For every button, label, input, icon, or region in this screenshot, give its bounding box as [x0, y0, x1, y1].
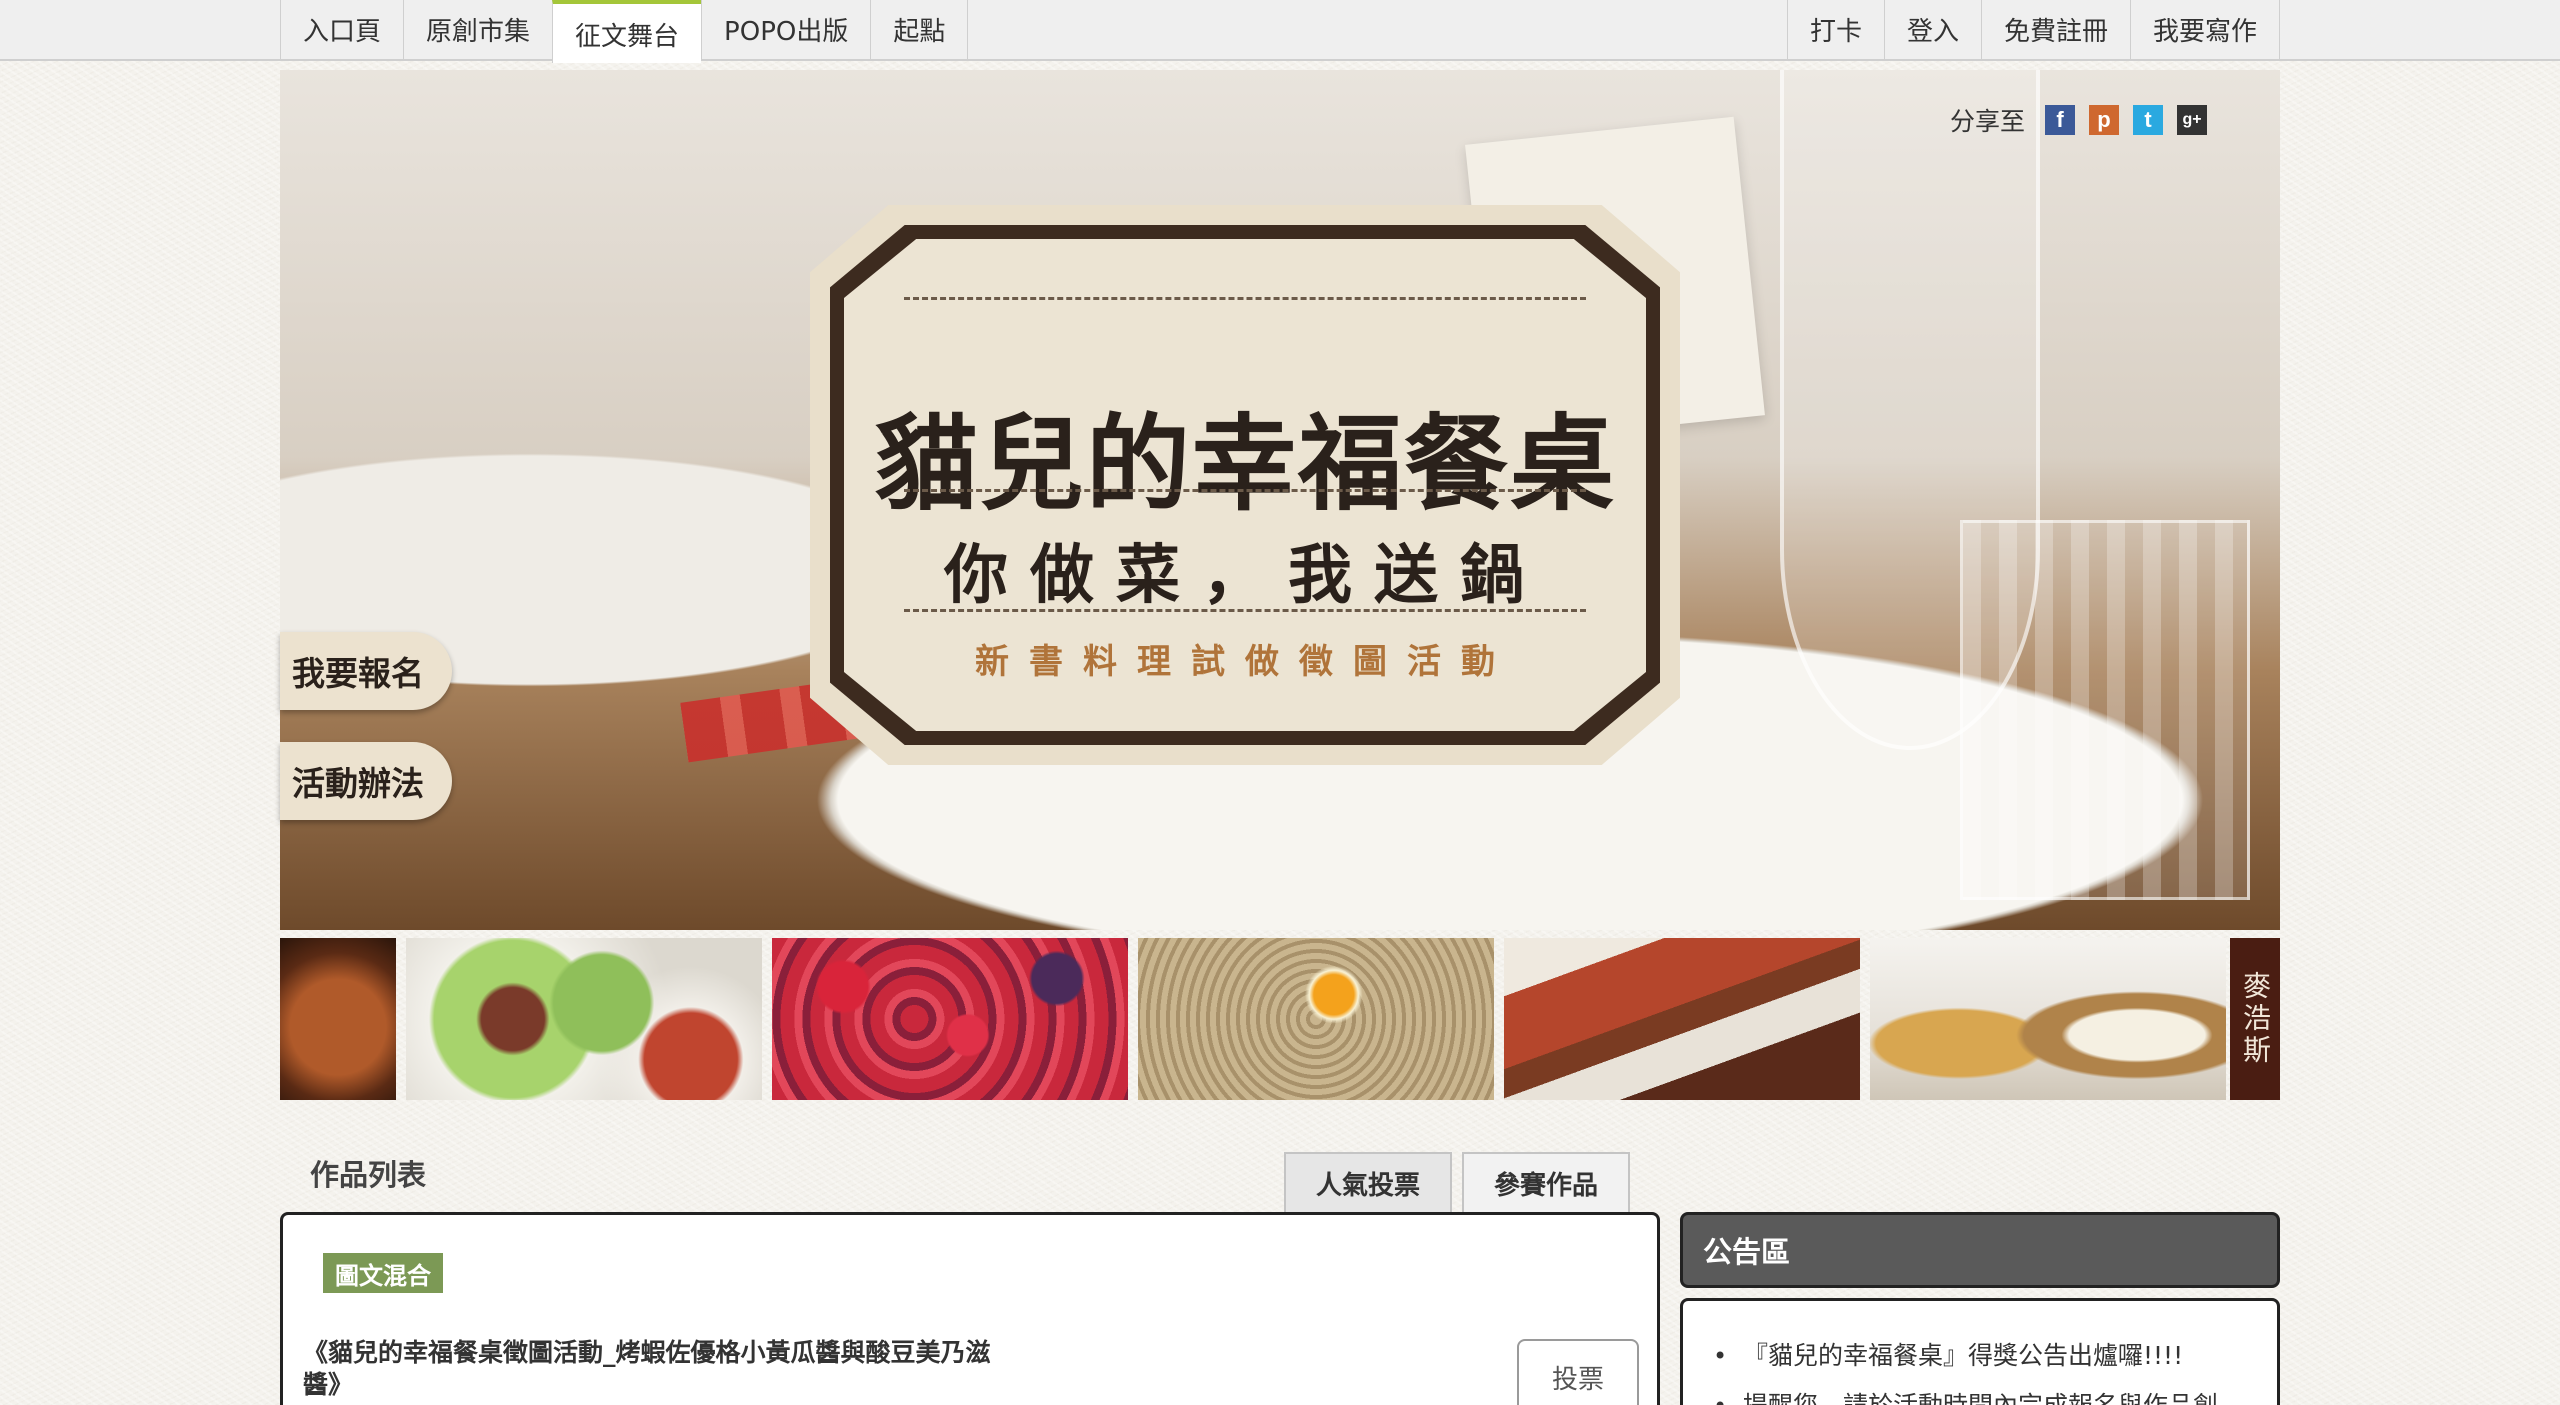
works-section-title: 作品列表 [310, 1158, 427, 1192]
notice-item[interactable]: 『貓兒的幸福餐桌』得獎公告出爐囉!!!! [1713, 1331, 2257, 1381]
twitter-icon[interactable]: t [2133, 105, 2164, 135]
nav-item-register[interactable]: 免費註冊 [1980, 0, 2130, 59]
notice-item[interactable]: 提醒您，請於活動時間內完成報名與作品創 [1713, 1381, 2257, 1405]
tumbler-decoration [1960, 520, 2250, 900]
food-thumbnail[interactable] [1504, 938, 1860, 1100]
hero-subtitle: 你做菜，我送鍋 [944, 538, 1546, 613]
hero-tagline: 新書料理試做徵圖活動 [975, 642, 1515, 682]
nav-item-write[interactable]: 我要寫作 [2129, 0, 2280, 59]
plaque-divider-lower [904, 609, 1586, 612]
category-badge: 圖文混合 [323, 1253, 443, 1293]
nav-item-login[interactable]: 登入 [1883, 0, 1981, 59]
plaque-face: 貓兒的幸福餐桌 你做菜，我送鍋 新書料理試做徵圖活動 [844, 239, 1646, 731]
signup-button[interactable]: 我要報名 [280, 632, 452, 710]
event-rules-button[interactable]: 活動辦法 [280, 742, 452, 820]
food-thumbnail[interactable] [280, 938, 396, 1100]
nav-left-group: 入口頁 原創市集 征文舞台 POPO出版 起點 [280, 0, 969, 63]
notice-board-title: 公告區 [1680, 1212, 2280, 1288]
hero-banner: 貓兒的幸福餐桌 你做菜，我送鍋 新書料理試做徵圖活動 [280, 70, 2280, 930]
facebook-icon[interactable]: f [2045, 105, 2076, 135]
food-thumbnail[interactable] [772, 938, 1128, 1100]
publisher-label[interactable]: 麥浩斯 [2230, 938, 2280, 1100]
top-navigation-bar: 入口頁 原創市集 征文舞台 POPO出版 起點 打卡 登入 免費註冊 我要寫作 [0, 0, 2560, 63]
nav-right-group: 打卡 登入 免費註冊 我要寫作 [1786, 0, 2280, 59]
works-list-panel: 圖文混合 《貓兒的幸福餐桌徵圖活動_烤蝦佐優格小黃瓜醬與酸豆美乃滋醬》 投票 [280, 1212, 1660, 1405]
nav-item-contest-stage[interactable]: 征文舞台 [552, 0, 702, 63]
share-bar: 分享至 f p t g+ [1950, 100, 2208, 140]
share-label: 分享至 [1950, 107, 2026, 136]
title-plaque: 貓兒的幸福餐桌 你做菜，我送鍋 新書料理試做徵圖活動 [810, 205, 1680, 765]
plaque-divider-top [904, 297, 1586, 300]
nav-item-popo-publishing[interactable]: POPO出版 [701, 0, 870, 59]
hero-title: 貓兒的幸福餐桌 [873, 402, 1616, 525]
google-plus-icon[interactable]: g+ [2177, 105, 2208, 135]
vote-button[interactable]: 投票 [1517, 1339, 1639, 1405]
notice-list: 『貓兒的幸福餐桌』得獎公告出爐囉!!!! 提醒您，請於活動時間內完成報名與作品創 [1713, 1331, 2257, 1405]
food-thumbnail-strip: 麥浩斯 [280, 938, 2280, 1100]
notice-board: 『貓兒的幸福餐桌』得獎公告出爐囉!!!! 提醒您，請於活動時間內完成報名與作品創 [1680, 1298, 2280, 1405]
food-thumbnail[interactable] [1870, 938, 2226, 1100]
tab-popular-vote[interactable]: 人氣投票 [1284, 1152, 1452, 1212]
plaque-divider-middle [904, 489, 1586, 492]
work-title-link[interactable]: 《貓兒的幸福餐桌徵圖活動_烤蝦佐優格小黃瓜醬與酸豆美乃滋醬》 [303, 1337, 1003, 1401]
plurk-icon[interactable]: p [2089, 105, 2120, 135]
tab-entries[interactable]: 參賽作品 [1462, 1152, 1630, 1212]
food-thumbnail[interactable] [406, 938, 762, 1100]
plaque-border: 貓兒的幸福餐桌 你做菜，我送鍋 新書料理試做徵圖活動 [830, 225, 1660, 745]
nav-item-check-in[interactable]: 打卡 [1786, 0, 1884, 59]
nav-item-qidian[interactable]: 起點 [870, 0, 969, 59]
nav-item-home[interactable]: 入口頁 [280, 0, 403, 59]
food-thumbnail[interactable] [1138, 938, 1494, 1100]
nav-item-original-market[interactable]: 原創市集 [403, 0, 552, 59]
